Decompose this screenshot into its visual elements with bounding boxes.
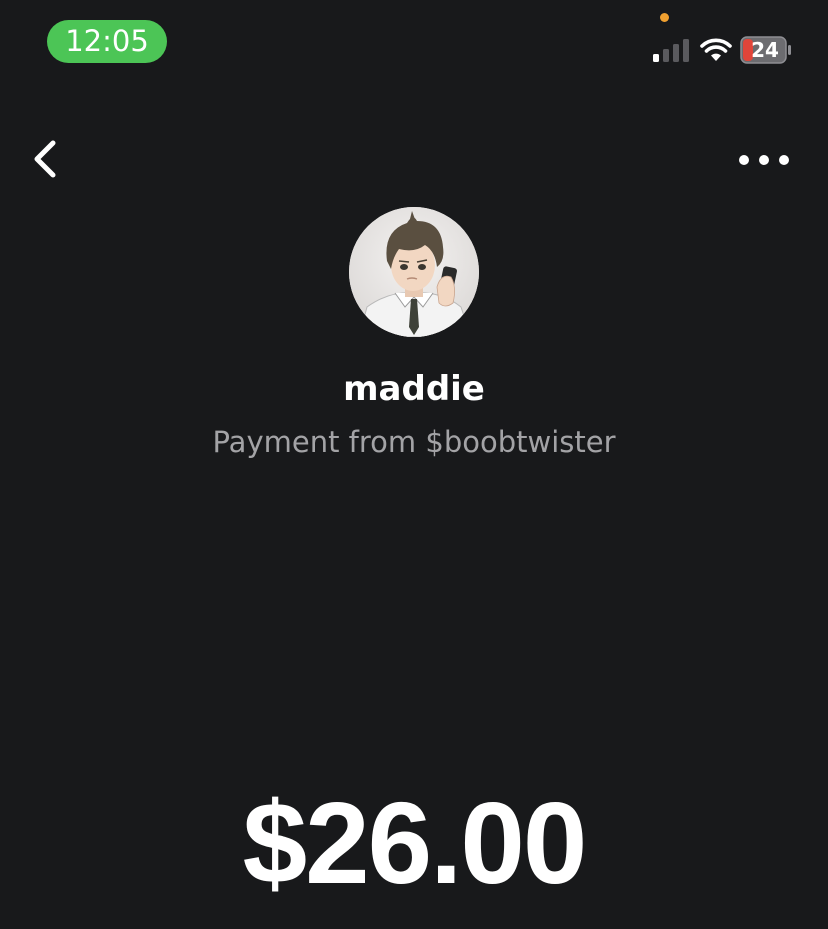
battery-level: 24 xyxy=(751,38,779,62)
more-horizontal-icon xyxy=(739,155,789,165)
privacy-indicator-dot xyxy=(660,13,669,22)
wifi-icon xyxy=(700,38,732,61)
status-bar: 12:05 24 xyxy=(0,0,828,90)
sender-name: maddie xyxy=(343,369,485,409)
chevron-left-icon xyxy=(34,140,56,178)
status-time[interactable]: 12:05 xyxy=(47,20,167,63)
payment-amount: $26.00 xyxy=(242,778,588,908)
back-button[interactable] xyxy=(22,135,70,183)
more-options-button[interactable] xyxy=(732,140,796,180)
cellular-signal-icon xyxy=(653,39,689,62)
avatar-illustration xyxy=(349,207,479,337)
payment-description: Payment from $boobtwister xyxy=(212,425,616,459)
avatar[interactable] xyxy=(349,207,479,337)
